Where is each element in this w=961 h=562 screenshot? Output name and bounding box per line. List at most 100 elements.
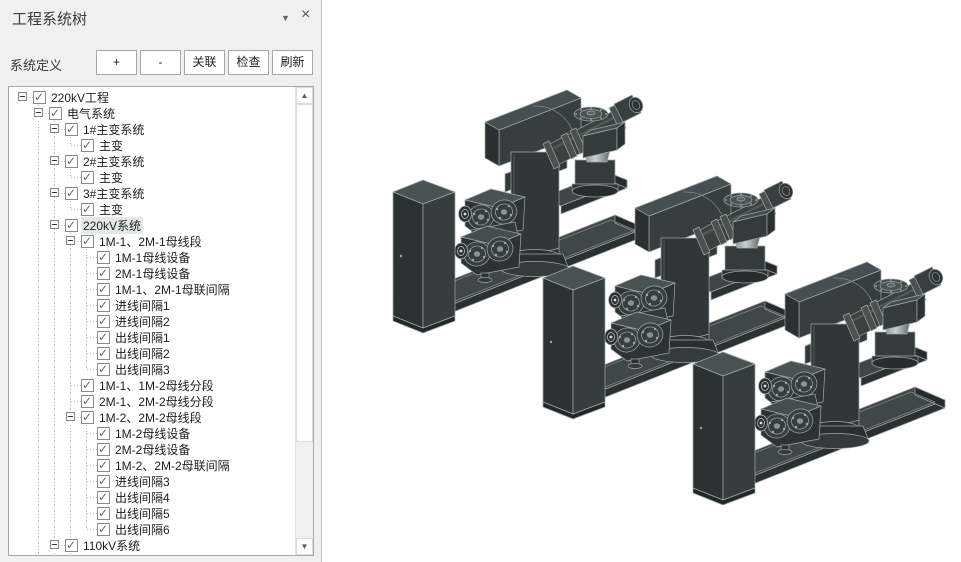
tree-node[interactable]: 1M-1母线段 xyxy=(11,553,296,556)
tree-node[interactable]: 1M-1母线设备 xyxy=(11,249,296,265)
checkbox-icon[interactable] xyxy=(97,250,110,264)
tree-node-label[interactable]: 出线间隔5 xyxy=(113,505,172,522)
checkbox-icon[interactable] xyxy=(97,490,110,504)
tree-node[interactable]: 出线间隔1 xyxy=(11,329,296,345)
tree-node-label[interactable]: 1M-1、2M-1母线段 xyxy=(97,233,204,250)
tree-node-label[interactable]: 110kV系统 xyxy=(81,537,142,554)
checkbox-icon[interactable] xyxy=(65,218,78,232)
checkbox-icon[interactable] xyxy=(97,282,110,296)
checkbox-icon[interactable] xyxy=(97,458,110,472)
tree-node-label[interactable]: 220kV工程 xyxy=(49,89,111,106)
tree-node[interactable]: 220kV工程 xyxy=(11,89,296,105)
tree-node-label[interactable]: 1M-1母线段 xyxy=(97,553,164,556)
tree-node[interactable]: 出线间隔4 xyxy=(11,489,296,505)
tree-node[interactable]: 电气系统 xyxy=(11,105,296,121)
checkbox-icon[interactable] xyxy=(97,314,110,328)
tree-node-label[interactable]: 1M-1、1M-2母线分段 xyxy=(97,377,216,394)
tree-node-label[interactable]: 220kV系统 xyxy=(81,216,144,234)
tree-node[interactable]: 进线间隔1 xyxy=(11,297,296,313)
expander-icon[interactable] xyxy=(18,92,27,101)
expander-icon[interactable] xyxy=(66,236,75,245)
expander-icon[interactable] xyxy=(50,124,59,133)
expander-icon[interactable] xyxy=(50,540,59,549)
tree-node[interactable]: 220kV系统 xyxy=(11,216,296,234)
tree-node-label[interactable]: 出线间隔1 xyxy=(113,329,172,346)
tree-node[interactable]: 1M-2母线设备 xyxy=(11,425,296,441)
checkbox-icon[interactable] xyxy=(97,346,110,360)
close-panel-icon[interactable]: × xyxy=(301,6,310,24)
tree-node[interactable]: 主变 xyxy=(11,169,296,185)
tree-node[interactable]: 进线间隔2 xyxy=(11,313,296,329)
gis-bay-3[interactable] xyxy=(691,260,947,507)
checkbox-icon[interactable] xyxy=(97,442,110,456)
tree-node-label[interactable]: 主变 xyxy=(97,169,125,186)
tree-node[interactable]: 1M-2、2M-2母线段 xyxy=(11,409,296,425)
checkbox-icon[interactable] xyxy=(97,266,110,280)
tree-node[interactable]: 进线间隔3 xyxy=(11,473,296,489)
checkbox-icon[interactable] xyxy=(65,122,78,136)
tree-node-label[interactable]: 2M-1母线设备 xyxy=(113,265,192,282)
checkbox-icon[interactable] xyxy=(97,522,110,536)
gis-bay-1[interactable] xyxy=(391,88,647,335)
tree-scrollbar[interactable]: ▲ ▼ xyxy=(295,87,313,555)
toolbar-button-2[interactable]: 关联 xyxy=(184,50,225,75)
toolbar-button-0[interactable]: + xyxy=(96,50,137,75)
checkbox-icon[interactable] xyxy=(65,154,78,168)
collapse-panel-icon[interactable]: ▼ xyxy=(281,13,290,23)
tree-node-label[interactable]: 主变 xyxy=(97,137,125,154)
checkbox-icon[interactable] xyxy=(33,90,46,104)
checkbox-icon[interactable] xyxy=(81,234,94,248)
checkbox-icon[interactable] xyxy=(81,554,94,555)
checkbox-icon[interactable] xyxy=(97,426,110,440)
checkbox-icon[interactable] xyxy=(81,394,94,408)
expander-icon[interactable] xyxy=(50,188,59,197)
tree-node[interactable]: 1M-1、2M-1母线段 xyxy=(11,233,296,249)
checkbox-icon[interactable] xyxy=(81,138,94,152)
tree-node-label[interactable]: 进线间隔1 xyxy=(113,297,172,314)
tree-node-label[interactable]: 出线间隔6 xyxy=(113,521,172,538)
tree-node[interactable]: 2M-1、2M-2母线分段 xyxy=(11,393,296,409)
tree-node[interactable]: 1M-1、1M-2母线分段 xyxy=(11,377,296,393)
checkbox-icon[interactable] xyxy=(49,106,62,120)
gis-bay-2[interactable] xyxy=(541,174,797,421)
tree-node[interactable]: 1#主变系统 xyxy=(11,121,296,137)
tree-node[interactable]: 3#主变系统 xyxy=(11,185,296,201)
tree-node[interactable]: 1M-1、2M-1母联间隔 xyxy=(11,281,296,297)
checkbox-icon[interactable] xyxy=(81,202,94,216)
scroll-up-icon[interactable]: ▲ xyxy=(296,87,313,104)
tree-node-label[interactable]: 2M-2母线设备 xyxy=(113,441,192,458)
tree-node-label[interactable]: 进线间隔3 xyxy=(113,473,172,490)
tree-node[interactable]: 主变 xyxy=(11,201,296,217)
tree-node-label[interactable]: 出线间隔2 xyxy=(113,345,172,362)
tree-node[interactable]: 出线间隔6 xyxy=(11,521,296,537)
tree-node[interactable]: 2#主变系统 xyxy=(11,153,296,169)
tree-node-label[interactable]: 2#主变系统 xyxy=(81,153,146,170)
tree-node-label[interactable]: 1M-1母线设备 xyxy=(113,249,192,266)
tree-node-label[interactable]: 1#主变系统 xyxy=(81,121,146,138)
toolbar-button-1[interactable]: - xyxy=(140,50,181,75)
expander-icon[interactable] xyxy=(66,412,75,421)
checkbox-icon[interactable] xyxy=(97,474,110,488)
checkbox-icon[interactable] xyxy=(81,170,94,184)
tree-node-label[interactable]: 主变 xyxy=(97,201,125,218)
tree-node[interactable]: 出线间隔2 xyxy=(11,345,296,361)
tree-node-label[interactable]: 电气系统 xyxy=(65,105,117,122)
tree-node-label[interactable]: 3#主变系统 xyxy=(81,185,146,202)
tree-node[interactable]: 主变 xyxy=(11,137,296,153)
checkbox-icon[interactable] xyxy=(97,506,110,520)
tree-node-label[interactable]: 1M-2、2M-2母线段 xyxy=(97,409,204,426)
scrollbar-thumb[interactable] xyxy=(296,104,313,442)
checkbox-icon[interactable] xyxy=(65,538,78,552)
tree-node-label[interactable]: 2M-1、2M-2母线分段 xyxy=(97,393,216,410)
tree-node-label[interactable]: 1M-2母线设备 xyxy=(113,425,192,442)
expander-icon[interactable] xyxy=(34,108,43,117)
tree-node[interactable]: 2M-1母线设备 xyxy=(11,265,296,281)
tree-node-label[interactable]: 出线间隔4 xyxy=(113,489,172,506)
expander-icon[interactable] xyxy=(50,220,59,229)
checkbox-icon[interactable] xyxy=(97,330,110,344)
toolbar-button-4[interactable]: 刷新 xyxy=(272,50,313,75)
scroll-down-icon[interactable]: ▼ xyxy=(296,538,313,555)
tree-node[interactable]: 2M-2母线设备 xyxy=(11,441,296,457)
checkbox-icon[interactable] xyxy=(81,410,94,424)
checkbox-icon[interactable] xyxy=(65,186,78,200)
